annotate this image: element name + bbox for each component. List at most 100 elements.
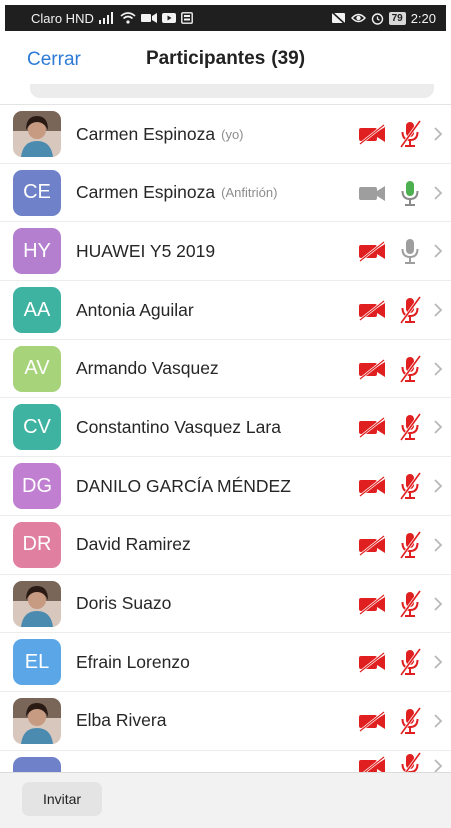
mic-muted-icon[interactable] xyxy=(397,471,423,501)
participant-role: (yo) xyxy=(221,126,244,142)
chevron-right-icon[interactable] xyxy=(433,596,443,612)
chevron-right-icon[interactable] xyxy=(433,361,443,377)
participant-controls xyxy=(357,281,443,339)
participant-controls xyxy=(357,105,443,163)
participant-name: Constantino Vasquez Lara xyxy=(76,416,281,437)
chevron-right-icon[interactable] xyxy=(433,185,443,201)
page-title-text: Participantes xyxy=(145,48,266,69)
avatar xyxy=(13,697,61,744)
video-off-icon[interactable] xyxy=(357,416,387,439)
mic-muted-icon[interactable] xyxy=(397,706,423,736)
avatar xyxy=(13,580,61,627)
mic-muted-icon[interactable] xyxy=(397,530,423,560)
participant-count: (39) xyxy=(271,48,306,69)
video-off-icon[interactable] xyxy=(357,534,387,556)
video-camera-icon[interactable] xyxy=(357,182,387,204)
video-off-icon[interactable] xyxy=(357,755,387,772)
participant-row[interactable]: CV Constantino Vasquez Lara xyxy=(0,398,451,458)
chevron-right-icon[interactable] xyxy=(433,243,443,259)
avatar: CE xyxy=(13,169,61,216)
participant-role: (Anfitrión) xyxy=(221,185,278,201)
participant-controls xyxy=(357,575,443,633)
eye-icon xyxy=(350,12,366,24)
battery-icon: 79 xyxy=(388,11,406,25)
participant-row[interactable]: Carmen Espinoza (yo) xyxy=(0,105,451,164)
participant-name: HUAWEI Y5 2019 xyxy=(76,240,216,261)
participant-name: David Ramirez xyxy=(76,534,191,555)
avatar: AA xyxy=(13,287,61,334)
avatar: EL xyxy=(13,639,61,686)
video-off-icon[interactable] xyxy=(357,240,387,263)
chevron-right-icon[interactable] xyxy=(433,713,443,729)
participant-row[interactable]: EL Efrain Lorenzo xyxy=(0,633,451,692)
wifi-icon xyxy=(120,12,136,24)
participant-controls xyxy=(357,164,443,222)
mic-muted-icon[interactable] xyxy=(397,354,423,384)
avatar: HY xyxy=(13,228,61,275)
page-title: Participantes (39) xyxy=(146,48,305,70)
mic-muted-icon[interactable] xyxy=(397,119,423,149)
chevron-right-icon[interactable] xyxy=(433,302,443,318)
avatar: CV xyxy=(13,404,61,451)
video-off-icon[interactable] xyxy=(357,299,387,322)
participant-row[interactable]: Doris Suazo xyxy=(0,575,451,634)
mic-muted-icon[interactable] xyxy=(397,751,423,772)
gallery-icon xyxy=(180,12,193,24)
chevron-right-icon[interactable] xyxy=(433,419,443,435)
participant-name-group: Elba Rivera xyxy=(76,692,166,750)
participant-name-group: HUAWEI Y5 2019 xyxy=(76,222,215,280)
participant-name: Doris Suazo xyxy=(76,593,172,613)
chevron-right-icon[interactable] xyxy=(433,126,443,142)
video-off-icon[interactable] xyxy=(357,710,387,732)
chevron-right-icon[interactable] xyxy=(433,478,443,494)
participant-name: Antonia Aguilar xyxy=(76,299,194,320)
status-time: 2:20 xyxy=(410,10,436,26)
microphone-icon[interactable] xyxy=(397,236,423,266)
video-off-icon[interactable] xyxy=(357,651,387,674)
participant-controls xyxy=(357,398,443,456)
close-button[interactable]: Cerrar xyxy=(27,49,81,71)
participant-name-group: Efrain Lorenzo xyxy=(76,633,190,691)
video-off-icon[interactable] xyxy=(357,593,387,615)
participant-list[interactable]: Carmen Espinoza (yo) CE Carmen Espinoza (Anf… xyxy=(0,105,451,772)
chevron-right-icon[interactable] xyxy=(433,758,443,772)
participant-controls xyxy=(357,222,443,280)
no-image-icon xyxy=(331,12,346,24)
invite-button[interactable]: Invitar xyxy=(22,782,102,816)
participant-name-group: Armando Vasquez xyxy=(76,340,219,398)
participant-name: Efrain Lorenzo xyxy=(76,651,190,672)
avatar: AV xyxy=(13,345,61,392)
participant-name: Carmen Espinoza xyxy=(76,123,216,144)
chevron-right-icon[interactable] xyxy=(433,537,443,553)
participant-row[interactable]: AV Armando Vasquez xyxy=(0,340,451,399)
mic-muted-icon[interactable] xyxy=(397,647,423,677)
participant-row[interactable]: HY HUAWEI Y5 2019 xyxy=(0,222,451,282)
participant-row[interactable]: AA Antonia Aguilar xyxy=(0,281,451,340)
participant-name-group: Doris Suazo xyxy=(76,575,171,633)
avatar: DG xyxy=(13,463,61,510)
participant-row[interactable]: DG DANILO GARCÍA MÉNDEZ xyxy=(0,457,451,516)
chevron-right-icon[interactable] xyxy=(433,654,443,670)
video-off-icon[interactable] xyxy=(357,123,387,145)
mic-muted-icon[interactable] xyxy=(397,295,423,325)
footer-bar: Invitar xyxy=(0,772,451,828)
status-bar: Claro HND 79 2:20 xyxy=(5,5,446,31)
mic-muted-icon[interactable] xyxy=(397,589,423,619)
participant-name-group: David Ramirez xyxy=(76,516,191,574)
participant-row[interactable]: DR David Ramirez xyxy=(0,516,451,575)
participant-row[interactable]: CE Carmen Espinoza (Anfitrión) xyxy=(0,164,451,223)
participant-row-partial[interactable] xyxy=(0,751,451,772)
participant-name-group: Carmen Espinoza (yo) xyxy=(76,105,244,163)
participant-name-group: DANILO GARCÍA MÉNDEZ xyxy=(76,457,291,515)
participant-name: Armando Vasquez xyxy=(76,358,219,379)
video-off-icon[interactable] xyxy=(357,358,387,380)
avatar xyxy=(13,111,61,157)
microphone-icon[interactable] xyxy=(397,178,423,208)
carrier-name: Claro HND xyxy=(31,10,94,26)
video-icon xyxy=(140,13,157,23)
video-off-icon[interactable] xyxy=(357,475,387,498)
participant-name: Carmen Espinoza xyxy=(76,182,216,203)
search-field[interactable] xyxy=(30,84,434,98)
mic-muted-icon[interactable] xyxy=(397,412,423,442)
participant-name-group: Carmen Espinoza (Anfitrión) xyxy=(76,164,277,222)
